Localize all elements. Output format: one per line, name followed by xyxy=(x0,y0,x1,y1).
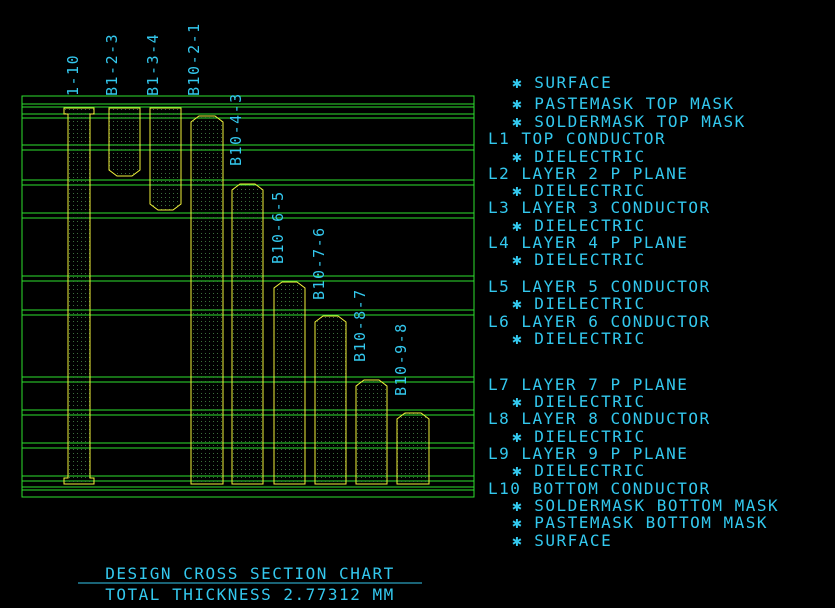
stackup-label: ✱ DIELECTRIC xyxy=(512,294,646,313)
chart-title-text: DESIGN CROSS SECTION CHART xyxy=(105,564,394,583)
stackup-label: L3 LAYER 3 CONDUCTOR xyxy=(488,198,711,217)
stackup-label: ✱ DIELECTRIC xyxy=(512,329,646,348)
via-b10-8-7 xyxy=(355,379,388,485)
via-1-10 xyxy=(63,107,95,485)
stackup-label: ✱ PASTEMASK TOP MASK xyxy=(512,94,735,113)
via-label: B1-2-3 xyxy=(103,33,121,96)
via-label: 1-10 xyxy=(64,54,82,96)
via-b1-3-4 xyxy=(149,107,182,211)
via-label: B10-6-5 xyxy=(269,190,287,264)
total-thickness-text: TOTAL THICKNESS 2.77312 MM xyxy=(105,585,394,604)
via-b10-2-1 xyxy=(190,115,224,485)
stackup-label: ✱ DIELECTRIC xyxy=(512,250,646,269)
stackup-label: ✱ SURFACE xyxy=(512,73,612,92)
via-b10-6-5 xyxy=(273,281,306,485)
stackup-label: L1 TOP CONDUCTOR xyxy=(488,129,666,148)
via-b10-9-8 xyxy=(396,412,430,485)
stackup-label: ✱ DIELECTRIC xyxy=(512,461,646,480)
via-b10-4-3 xyxy=(231,183,264,485)
stackup-label: L8 LAYER 8 CONDUCTOR xyxy=(488,409,711,428)
stackup-labels: ✱ SURFACE✱ PASTEMASK TOP MASK✱ SOLDERMAS… xyxy=(488,73,778,550)
via-b10-7-6 xyxy=(314,315,347,485)
chart-title: DESIGN CROSS SECTION CHART TOTAL THICKNE… xyxy=(78,564,422,604)
via-b1-2-3 xyxy=(108,107,141,177)
via-label: B10-7-6 xyxy=(310,226,328,300)
via-label: B10-8-7 xyxy=(351,288,369,362)
cross-section-canvas: 1-10 B1-2-3 B1-3-4 B10-2-1 B10-4-3 B10-6-5 B10… xyxy=(21,22,778,604)
stackup-label: ✱ PASTEMASK BOTTOM MASK xyxy=(512,513,768,532)
via-label: B10-9-8 xyxy=(392,322,410,396)
via-label: B10-2-1 xyxy=(185,22,203,96)
stackup-label: ✱ SURFACE xyxy=(512,531,612,550)
via-label: B10-4-3 xyxy=(227,92,245,166)
via-label: B1-3-4 xyxy=(144,33,162,96)
